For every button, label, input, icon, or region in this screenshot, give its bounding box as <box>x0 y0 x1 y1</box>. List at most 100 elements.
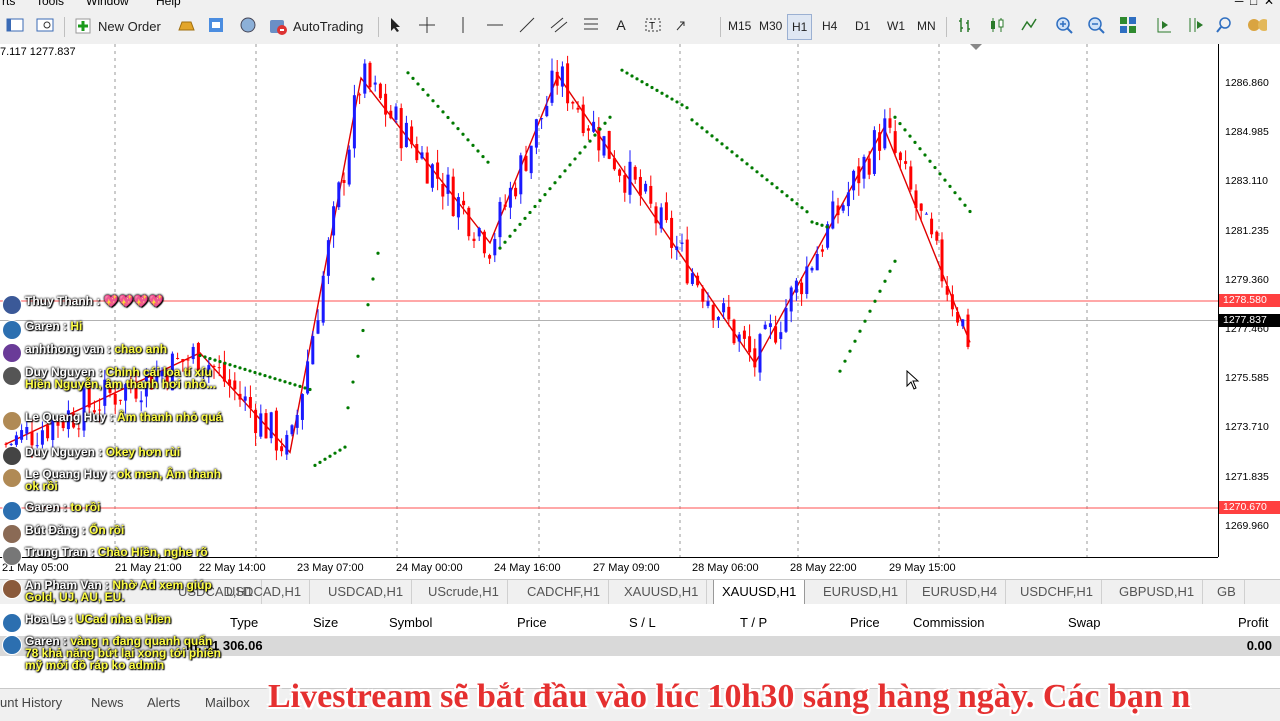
price-axis[interactable]: 1286.860 1284.985 1283.110 1281.235 1279.360… <box>1218 44 1280 557</box>
window-controls[interactable]: ─ □ ✕ <box>1235 0 1274 8</box>
autotrading-button[interactable]: AutoTrading <box>268 14 372 38</box>
sar-dot <box>805 210 809 214</box>
candle-body <box>280 446 284 452</box>
avatar <box>2 501 22 521</box>
symbol-tab[interactable]: EURUSD,H4 <box>914 580 1007 604</box>
trendline-icon[interactable] <box>516 14 538 36</box>
symbol-tab[interactable]: GBPUSD,H1 <box>1111 580 1204 604</box>
col-price[interactable]: Price <box>517 615 547 630</box>
col-symbol[interactable]: Symbol <box>389 615 432 630</box>
text-label-icon[interactable]: T <box>642 14 664 36</box>
candle-body <box>295 414 299 428</box>
tab-news[interactable]: News <box>91 695 124 710</box>
globe-icon[interactable] <box>237 14 259 36</box>
candle-body <box>493 238 497 256</box>
tile-windows-icon[interactable] <box>1117 14 1139 36</box>
menu-tools[interactable]: Tools <box>36 0 64 8</box>
symbol-tab[interactable]: EURUSD,H1 <box>815 580 908 604</box>
avatar <box>2 468 22 488</box>
menu-help[interactable]: Help <box>156 0 181 8</box>
symbol-tab[interactable]: USDCAD,H1 <box>320 580 413 604</box>
candlestick-icon[interactable] <box>986 14 1008 36</box>
col-type[interactable]: Type <box>230 615 258 630</box>
candle-body <box>753 348 757 368</box>
timeframe-d1[interactable]: D1 <box>851 14 874 38</box>
sar-dot <box>740 158 744 162</box>
timeframe-mn[interactable]: MN <box>913 14 940 38</box>
sar-dot <box>441 110 445 114</box>
bar-chart-icon[interactable] <box>954 14 976 36</box>
timeframe-h1[interactable]: H1 <box>787 14 813 40</box>
livestream-chat-overlay: Thuy Thanh : 💖💖💖💖 Garen : Hi anhthong van … <box>0 295 230 685</box>
timeframe-m15[interactable]: M15 <box>724 14 755 38</box>
fibonacci-icon[interactable] <box>580 14 602 36</box>
symbol-tab[interactable]: CADCHF,H1 <box>519 580 609 604</box>
tab-alerts[interactable]: Alerts <box>147 695 180 710</box>
crosshair-icon[interactable] <box>416 14 438 36</box>
arrows-icon[interactable] <box>674 14 696 36</box>
symbol-tab[interactable]: USDCHF,H1 <box>1012 580 1102 604</box>
sar-dot <box>948 184 952 188</box>
menu-charts[interactable]: rts <box>2 0 15 8</box>
line-chart-icon[interactable] <box>1018 14 1040 36</box>
candle-body <box>472 238 476 242</box>
col-size[interactable]: Size <box>313 615 338 630</box>
timeframe-h4[interactable]: H4 <box>818 14 841 38</box>
zoom-out-icon[interactable] <box>1085 14 1107 36</box>
candle-body <box>404 122 408 148</box>
col-swap[interactable]: Swap <box>1068 615 1101 630</box>
symbol-tab[interactable]: USDCAD,H1 <box>218 580 311 604</box>
symbol-tab[interactable]: UScrude,H1 <box>420 580 508 604</box>
sar-dot <box>538 198 542 203</box>
symbol-tab[interactable]: XAUUSD,H1 <box>713 580 806 605</box>
candle-body <box>498 201 502 238</box>
chat-message: Le Quang Huy : ok men, Âm thanh ok rồi <box>2 468 225 492</box>
sar-dot <box>675 100 679 104</box>
horizontal-line-icon[interactable] <box>484 14 506 36</box>
navigator-icon[interactable] <box>34 14 56 36</box>
col-sl[interactable]: S / L <box>629 615 656 630</box>
new-order-button[interactable]: New Order <box>74 14 166 38</box>
sar-dot <box>630 74 634 78</box>
col-profit[interactable]: Profit <box>1238 615 1268 630</box>
candle-body <box>862 156 866 179</box>
col-commission[interactable]: Commission <box>913 615 985 630</box>
vertical-line-icon[interactable] <box>452 14 474 36</box>
candle-body <box>909 166 913 190</box>
sar-dot <box>878 289 882 293</box>
autoscroll-icon[interactable] <box>1153 14 1175 36</box>
chart-shift-marker-icon[interactable] <box>970 44 982 50</box>
sar-dot <box>730 150 734 154</box>
equidistant-channel-icon[interactable] <box>548 14 570 36</box>
candle-body <box>269 412 273 439</box>
timeframe-w1[interactable]: W1 <box>883 14 909 38</box>
search-icon[interactable] <box>1213 14 1235 36</box>
candle-body <box>675 246 679 251</box>
candle-body <box>930 218 934 235</box>
avatar <box>2 579 22 599</box>
settings-icon[interactable] <box>1245 14 1267 36</box>
symbol-tab[interactable]: XAUUSD,H1 <box>616 580 708 604</box>
sar-dot <box>848 349 852 353</box>
sar-dot <box>486 160 490 164</box>
col-price-current[interactable]: Price <box>850 615 880 630</box>
zoom-in-icon[interactable] <box>1053 14 1075 36</box>
chat-message: An Pham Van : Nhờ Ad xem giúp Gold, UJ, … <box>2 579 225 603</box>
sar-dot <box>436 104 440 108</box>
cursor-icon[interactable] <box>384 14 406 36</box>
col-tp[interactable]: T / P <box>740 615 767 630</box>
chart-shift-icon[interactable] <box>1185 14 1207 36</box>
tab-account-history[interactable]: unt History <box>0 695 62 710</box>
chat-text: 💖💖💖💖 <box>103 294 164 308</box>
symbol-tab[interactable]: GB <box>1209 580 1245 604</box>
timeframe-m30[interactable]: M30 <box>755 14 786 38</box>
candle-body <box>451 176 455 217</box>
sar-dot <box>508 234 512 238</box>
chart-window-icon[interactable] <box>4 14 26 36</box>
tab-mailbox[interactable]: Mailbox <box>205 695 250 710</box>
text-tool-icon[interactable]: A <box>610 14 632 36</box>
menu-window[interactable]: Window <box>86 0 129 8</box>
gold-bar-icon[interactable] <box>175 14 197 36</box>
sar-dot <box>745 162 749 166</box>
market-watch-icon[interactable] <box>205 14 227 36</box>
